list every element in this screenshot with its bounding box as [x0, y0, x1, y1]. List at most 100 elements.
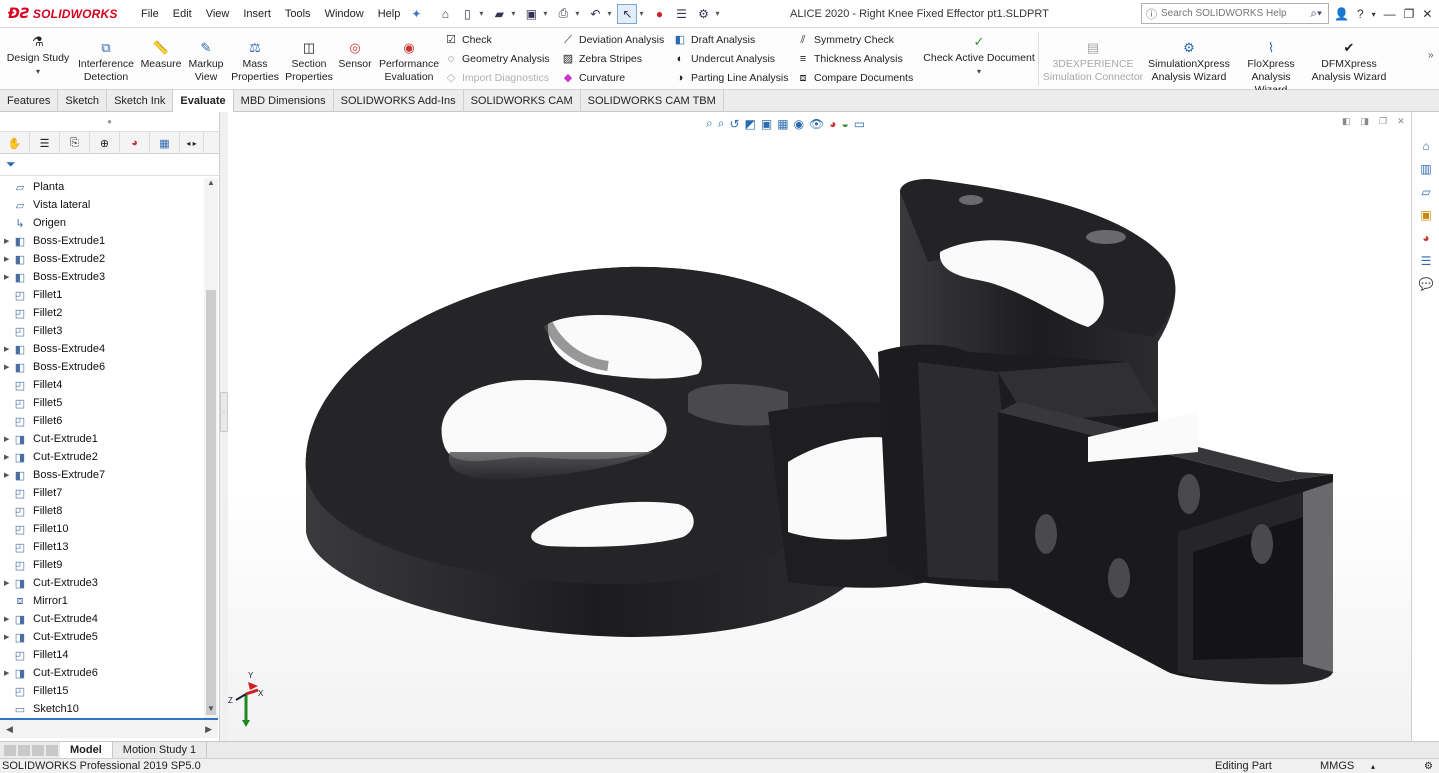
scroll-right-icon[interactable]: ▶ [205, 724, 212, 735]
select-dropdown-icon[interactable]: ▾ [639, 9, 643, 18]
help-icon[interactable]: ? [1357, 7, 1364, 21]
interference-detection-button[interactable]: ⧉ Interference Detection [76, 38, 136, 84]
undo-icon[interactable]: ↶ [585, 4, 605, 24]
tree-node[interactable]: ◰ Fillet4 [0, 376, 204, 394]
rebuild-icon[interactable]: ● [649, 4, 669, 24]
home-icon[interactable]: ⌂ [435, 4, 455, 24]
symmetry-check-button[interactable]: ⫽ Symmetry Check [796, 33, 894, 47]
tab-solidworks-cam[interactable]: SOLIDWORKS CAM [464, 90, 581, 112]
user-icon[interactable]: 👤 [1334, 7, 1349, 21]
tab-navigation[interactable] [0, 744, 60, 756]
graphics-area[interactable]: ⌕ ⌕ ↺ ◩ ▣ ▦ ◉ 👁 ◕ ◒ ▭ ◧ ◨ ❐ ✕ Z X Y [228, 112, 1411, 741]
feature-manager-tab-icon[interactable]: ✋ [0, 132, 30, 154]
view-palette-icon[interactable]: ▣ [1415, 205, 1437, 225]
tab-model[interactable]: Model [60, 741, 113, 759]
tree-node[interactable]: ◰ Fillet14 [0, 646, 204, 664]
check-active-document-button[interactable]: ✓ Check Active Document ▾ [922, 32, 1036, 78]
check-button[interactable]: ☑ Check [444, 33, 492, 47]
help-dropdown-icon[interactable]: ▾ [1372, 10, 1376, 19]
pin-menu-icon[interactable]: ✦ [411, 7, 421, 21]
save-icon[interactable]: ▣ [521, 4, 541, 24]
tree-node[interactable]: ▭ Sketch10 [0, 700, 204, 718]
solidworks-logo[interactable]: ƉƧ SOLIDWORKS [0, 0, 120, 28]
tree-node[interactable]: ▶ ◧ Boss-Extrude1 [0, 232, 204, 250]
tree-node[interactable]: ▶ ◨ Cut-Extrude2 [0, 448, 204, 466]
tree-node[interactable]: ◰ Fillet6 [0, 412, 204, 430]
units-dropdown-icon[interactable]: ▴ [1371, 759, 1375, 773]
print-icon[interactable]: ⎙ [553, 4, 573, 24]
ribbon-overflow-icon[interactable]: » [1428, 50, 1434, 61]
open-dropdown-icon[interactable]: ▾ [511, 9, 515, 18]
geometry-analysis-button[interactable]: ◌ Geometry Analysis [444, 52, 550, 66]
tab-evaluate[interactable]: Evaluate [173, 90, 234, 112]
filter-icon[interactable]: ⏷ [0, 154, 219, 176]
search-icon[interactable]: ⌕▾ [1310, 6, 1322, 21]
unit-system[interactable]: MMGS [1320, 759, 1354, 773]
tree-node[interactable]: ◰ Fillet5 [0, 394, 204, 412]
expand-arrow-icon[interactable]: ▶ [0, 237, 12, 245]
tab-solidworks-add-ins[interactable]: SOLIDWORKS Add-Ins [334, 90, 464, 112]
curvature-button[interactable]: ◆ Curvature [561, 71, 625, 85]
tree-node[interactable]: ↳ Origen [0, 214, 204, 232]
dimxpert-manager-tab-icon[interactable]: ⊕ [90, 132, 120, 154]
save-dropdown-icon[interactable]: ▾ [543, 9, 547, 18]
minimize-icon[interactable]: — [1384, 7, 1396, 21]
floxpress-button[interactable]: ⌇ FloXpress Analysis Wizard [1234, 38, 1308, 97]
tab-features[interactable]: Features [0, 90, 59, 112]
tree-node[interactable]: ▶ ◧ Boss-Extrude4 [0, 340, 204, 358]
select-cursor-icon[interactable]: ↖ [617, 3, 638, 24]
menu-view[interactable]: View [199, 0, 237, 28]
tree-node[interactable]: ◰ Fillet13 [0, 538, 204, 556]
tree-node[interactable]: ▶ ◨ Cut-Extrude5 [0, 628, 204, 646]
tree-node[interactable]: ◰ Fillet8 [0, 502, 204, 520]
forum-icon[interactable]: 💬 [1415, 274, 1437, 294]
new-dropdown-icon[interactable]: ▾ [479, 9, 483, 18]
tree-node[interactable]: ▶ ◨ Cut-Extrude4 [0, 610, 204, 628]
import-diagnostics-button[interactable]: ◇ Import Diagnostics [444, 71, 549, 85]
scroll-left-icon[interactable]: ◀ [6, 724, 13, 735]
markup-view-button[interactable]: ✎ Markup View [186, 38, 226, 84]
tree-node[interactable]: ▱ Planta [0, 178, 204, 196]
print-dropdown-icon[interactable]: ▾ [575, 9, 579, 18]
zebra-stripes-button[interactable]: ▨ Zebra Stripes [561, 52, 642, 66]
parting-line-analysis-button[interactable]: ◑ Parting Line Analysis [673, 71, 789, 85]
tab-scroll-arrows-icon[interactable]: ◂ ▸ [180, 132, 204, 154]
menu-edit[interactable]: Edit [166, 0, 199, 28]
menu-help[interactable]: Help [371, 0, 408, 28]
expand-arrow-icon[interactable]: ▶ [0, 615, 12, 623]
design-library-icon[interactable]: ▥ [1415, 159, 1437, 179]
expand-arrow-icon[interactable]: ▶ [0, 669, 12, 677]
configuration-manager-tab-icon[interactable]: ⎘ [60, 132, 90, 154]
options-dropdown-icon[interactable]: ▾ [715, 9, 719, 18]
tree-node[interactable]: ◰ Fillet3 [0, 322, 204, 340]
file-explorer-icon[interactable]: ▱ [1415, 182, 1437, 202]
simulationxpress-button[interactable]: ⚙ SimulationXpress Analysis Wizard [1147, 38, 1231, 84]
expand-arrow-icon[interactable]: ▶ [0, 363, 12, 371]
tree-node[interactable]: ▶ ◧ Boss-Extrude3 [0, 268, 204, 286]
restore-icon[interactable]: ❐ [1404, 7, 1415, 21]
tree-node[interactable]: ▶ ◧ Boss-Extrude2 [0, 250, 204, 268]
undo-dropdown-icon[interactable]: ▾ [607, 9, 611, 18]
expand-arrow-icon[interactable]: ▶ [0, 345, 12, 353]
scroll-down-icon[interactable]: ▼ [207, 704, 215, 713]
tree-node[interactable]: ◰ Fillet1 [0, 286, 204, 304]
tree-node[interactable]: ▶ ◧ Boss-Extrude7 [0, 466, 204, 484]
customize-status-icon[interactable]: ⚙ [1424, 759, 1433, 773]
mass-properties-button[interactable]: ⚖ Mass Properties [230, 38, 280, 84]
tree-node[interactable]: ▶ ◨ Cut-Extrude1 [0, 430, 204, 448]
solidworks-resources-icon[interactable]: ⌂ [1415, 136, 1437, 156]
tab-motion-study-1[interactable]: Motion Study 1 [113, 741, 208, 759]
tab-sketch[interactable]: Sketch [58, 90, 108, 112]
new-document-icon[interactable]: ▯ [457, 4, 477, 24]
measure-button[interactable]: 📏 Measure [139, 38, 183, 71]
close-icon[interactable]: ✕ [1422, 7, 1432, 21]
tree-node[interactable]: ◰ Fillet10 [0, 520, 204, 538]
tree-node[interactable]: ⧈ Mirror1 [0, 592, 204, 610]
display-manager-tab-icon[interactable]: ◕ [120, 132, 150, 154]
panel-splitter-handle[interactable]: · [220, 392, 228, 432]
performance-evaluation-button[interactable]: ◉ Performance Evaluation [378, 38, 440, 84]
tree-node[interactable]: ◰ Fillet9 [0, 556, 204, 574]
tree-node[interactable]: ▶ ◨ Cut-Extrude6 [0, 664, 204, 682]
dfmxpress-button[interactable]: ✔ DFMXpress Analysis Wizard [1311, 38, 1387, 84]
tab-sketch-ink[interactable]: Sketch Ink [107, 90, 174, 112]
